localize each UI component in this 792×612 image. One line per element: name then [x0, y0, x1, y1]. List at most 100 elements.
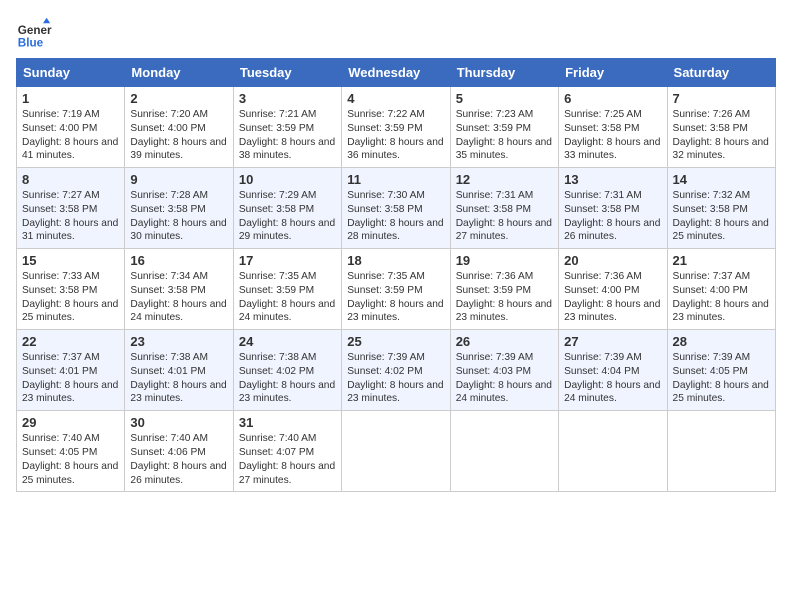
day-of-week-header: Tuesday — [233, 59, 341, 87]
svg-text:General: General — [18, 24, 52, 37]
calendar-day-cell: 13 Sunrise: 7:31 AM Sunset: 3:58 PM Dayli… — [559, 168, 667, 249]
day-info: Sunrise: 7:36 AM Sunset: 3:59 PM Dayligh… — [456, 270, 553, 325]
calendar-week-row: 15Sunrise: 7:33 AM Sunset: 3:58 PM Dayli… — [17, 249, 776, 330]
calendar-day-cell: 14Sunrise: 7:32 AM Sunset: 3:58 PM Dayli… — [667, 168, 775, 249]
day-number: 4 — [347, 91, 444, 106]
day-info: Sunrise: 7:21 AM Sunset: 3:59 PM Dayligh… — [239, 108, 336, 163]
day-number: 5 — [456, 91, 553, 106]
calendar-day-cell — [450, 411, 558, 492]
calendar-day-cell: 26 Sunrise: 7:39 AM Sunset: 4:03 PM Dayli… — [450, 330, 558, 411]
calendar-day-cell: 11 Sunrise: 7:30 AM Sunset: 3:58 PM Dayli… — [342, 168, 450, 249]
calendar-day-cell: 9 Sunrise: 7:28 AM Sunset: 3:58 PM Daylig… — [125, 168, 233, 249]
calendar-week-row: 22 Sunrise: 7:37 AM Sunset: 4:01 PM Dayli… — [17, 330, 776, 411]
calendar-week-row: 1 Sunrise: 7:19 AM Sunset: 4:00 PM Daylig… — [17, 87, 776, 168]
day-number: 30 — [130, 415, 227, 430]
day-info: Sunrise: 7:30 AM Sunset: 3:58 PM Dayligh… — [347, 189, 444, 244]
day-info: Sunrise: 7:38 AM Sunset: 4:01 PM Dayligh… — [130, 351, 227, 406]
day-info: Sunrise: 7:39 AM Sunset: 4:05 PM Dayligh… — [673, 351, 770, 406]
calendar-day-cell: 21 Sunrise: 7:37 AM Sunset: 4:00 PM Dayli… — [667, 249, 775, 330]
day-number: 26 — [456, 334, 553, 349]
calendar-day-cell: 28 Sunrise: 7:39 AM Sunset: 4:05 PM Dayli… — [667, 330, 775, 411]
day-of-week-header: Wednesday — [342, 59, 450, 87]
day-number: 27 — [564, 334, 661, 349]
day-info: Sunrise: 7:19 AM Sunset: 4:00 PM Dayligh… — [22, 108, 119, 163]
day-number: 28 — [673, 334, 770, 349]
day-info: Sunrise: 7:31 AM Sunset: 3:58 PM Dayligh… — [456, 189, 553, 244]
day-number: 23 — [130, 334, 227, 349]
day-number: 11 — [347, 172, 444, 187]
day-of-week-header: Thursday — [450, 59, 558, 87]
day-number: 7 — [673, 91, 770, 106]
day-info: Sunrise: 7:27 AM Sunset: 3:58 PM Dayligh… — [22, 189, 119, 244]
day-of-week-header: Friday — [559, 59, 667, 87]
day-number: 17 — [239, 253, 336, 268]
calendar-day-cell: 22 Sunrise: 7:37 AM Sunset: 4:01 PM Dayli… — [17, 330, 125, 411]
day-info: Sunrise: 7:40 AM Sunset: 4:07 PM Dayligh… — [239, 432, 336, 487]
day-info: Sunrise: 7:39 AM Sunset: 4:02 PM Dayligh… — [347, 351, 444, 406]
day-of-week-header: Monday — [125, 59, 233, 87]
day-info: Sunrise: 7:35 AM Sunset: 3:59 PM Dayligh… — [239, 270, 336, 325]
calendar-day-cell: 29 Sunrise: 7:40 AM Sunset: 4:05 PM Dayli… — [17, 411, 125, 492]
calendar-day-cell: 1 Sunrise: 7:19 AM Sunset: 4:00 PM Daylig… — [17, 87, 125, 168]
calendar-day-cell: 12 Sunrise: 7:31 AM Sunset: 3:58 PM Dayli… — [450, 168, 558, 249]
calendar-day-cell: 7 Sunrise: 7:26 AM Sunset: 3:58 PM Daylig… — [667, 87, 775, 168]
calendar-day-cell: 15Sunrise: 7:33 AM Sunset: 3:58 PM Dayli… — [17, 249, 125, 330]
day-number: 3 — [239, 91, 336, 106]
calendar-header-row: SundayMondayTuesdayWednesdayThursdayFrid… — [17, 59, 776, 87]
calendar-day-cell: 25 Sunrise: 7:39 AM Sunset: 4:02 PM Dayli… — [342, 330, 450, 411]
day-info: Sunrise: 7:37 AM Sunset: 4:00 PM Dayligh… — [673, 270, 770, 325]
day-info: Sunrise: 7:35 AM Sunset: 3:59 PM Dayligh… — [347, 270, 444, 325]
day-number: 10 — [239, 172, 336, 187]
day-info: Sunrise: 7:37 AM Sunset: 4:01 PM Dayligh… — [22, 351, 119, 406]
calendar-day-cell: 5 Sunrise: 7:23 AM Sunset: 3:59 PM Daylig… — [450, 87, 558, 168]
day-number: 12 — [456, 172, 553, 187]
day-number: 15 — [22, 253, 119, 268]
calendar-day-cell: 16Sunrise: 7:34 AM Sunset: 3:58 PM Dayli… — [125, 249, 233, 330]
calendar-day-cell: 3 Sunrise: 7:21 AM Sunset: 3:59 PM Daylig… — [233, 87, 341, 168]
day-number: 21 — [673, 253, 770, 268]
calendar-day-cell: 30 Sunrise: 7:40 AM Sunset: 4:06 PM Dayli… — [125, 411, 233, 492]
day-info: Sunrise: 7:40 AM Sunset: 4:06 PM Dayligh… — [130, 432, 227, 487]
day-of-week-header: Saturday — [667, 59, 775, 87]
day-number: 20 — [564, 253, 661, 268]
day-info: Sunrise: 7:26 AM Sunset: 3:58 PM Dayligh… — [673, 108, 770, 163]
day-info: Sunrise: 7:29 AM Sunset: 3:58 PM Dayligh… — [239, 189, 336, 244]
calendar-day-cell: 2 Sunrise: 7:20 AM Sunset: 4:00 PM Daylig… — [125, 87, 233, 168]
day-info: Sunrise: 7:40 AM Sunset: 4:05 PM Dayligh… — [22, 432, 119, 487]
day-info: Sunrise: 7:25 AM Sunset: 3:58 PM Dayligh… — [564, 108, 661, 163]
calendar-day-cell: 23 Sunrise: 7:38 AM Sunset: 4:01 PM Dayli… — [125, 330, 233, 411]
day-info: Sunrise: 7:22 AM Sunset: 3:59 PM Dayligh… — [347, 108, 444, 163]
day-info: Sunrise: 7:39 AM Sunset: 4:04 PM Dayligh… — [564, 351, 661, 406]
day-number: 29 — [22, 415, 119, 430]
day-of-week-header: Sunday — [17, 59, 125, 87]
day-number: 16 — [130, 253, 227, 268]
day-number: 31 — [239, 415, 336, 430]
day-info: Sunrise: 7:20 AM Sunset: 4:00 PM Dayligh… — [130, 108, 227, 163]
day-info: Sunrise: 7:38 AM Sunset: 4:02 PM Dayligh… — [239, 351, 336, 406]
calendar-day-cell: 17 Sunrise: 7:35 AM Sunset: 3:59 PM Dayli… — [233, 249, 341, 330]
day-info: Sunrise: 7:31 AM Sunset: 3:58 PM Dayligh… — [564, 189, 661, 244]
day-number: 2 — [130, 91, 227, 106]
svg-text:Blue: Blue — [18, 37, 44, 50]
day-number: 1 — [22, 91, 119, 106]
calendar-day-cell: 10 Sunrise: 7:29 AM Sunset: 3:58 PM Dayli… — [233, 168, 341, 249]
day-number: 9 — [130, 172, 227, 187]
day-info: Sunrise: 7:23 AM Sunset: 3:59 PM Dayligh… — [456, 108, 553, 163]
calendar-day-cell: 4 Sunrise: 7:22 AM Sunset: 3:59 PM Daylig… — [342, 87, 450, 168]
calendar-day-cell: 20 Sunrise: 7:36 AM Sunset: 4:00 PM Dayli… — [559, 249, 667, 330]
day-info: Sunrise: 7:39 AM Sunset: 4:03 PM Dayligh… — [456, 351, 553, 406]
day-info: Sunrise: 7:36 AM Sunset: 4:00 PM Dayligh… — [564, 270, 661, 325]
day-number: 22 — [22, 334, 119, 349]
calendar-day-cell: 24Sunrise: 7:38 AM Sunset: 4:02 PM Dayli… — [233, 330, 341, 411]
calendar-day-cell: 6Sunrise: 7:25 AM Sunset: 3:58 PM Daylig… — [559, 87, 667, 168]
calendar-day-cell — [342, 411, 450, 492]
day-number: 13 — [564, 172, 661, 187]
calendar-day-cell: 18Sunrise: 7:35 AM Sunset: 3:59 PM Dayli… — [342, 249, 450, 330]
calendar-table: SundayMondayTuesdayWednesdayThursdayFrid… — [16, 58, 776, 492]
day-info: Sunrise: 7:28 AM Sunset: 3:58 PM Dayligh… — [130, 189, 227, 244]
day-number: 25 — [347, 334, 444, 349]
day-number: 19 — [456, 253, 553, 268]
day-info: Sunrise: 7:32 AM Sunset: 3:58 PM Dayligh… — [673, 189, 770, 244]
day-number: 8 — [22, 172, 119, 187]
calendar-day-cell — [559, 411, 667, 492]
